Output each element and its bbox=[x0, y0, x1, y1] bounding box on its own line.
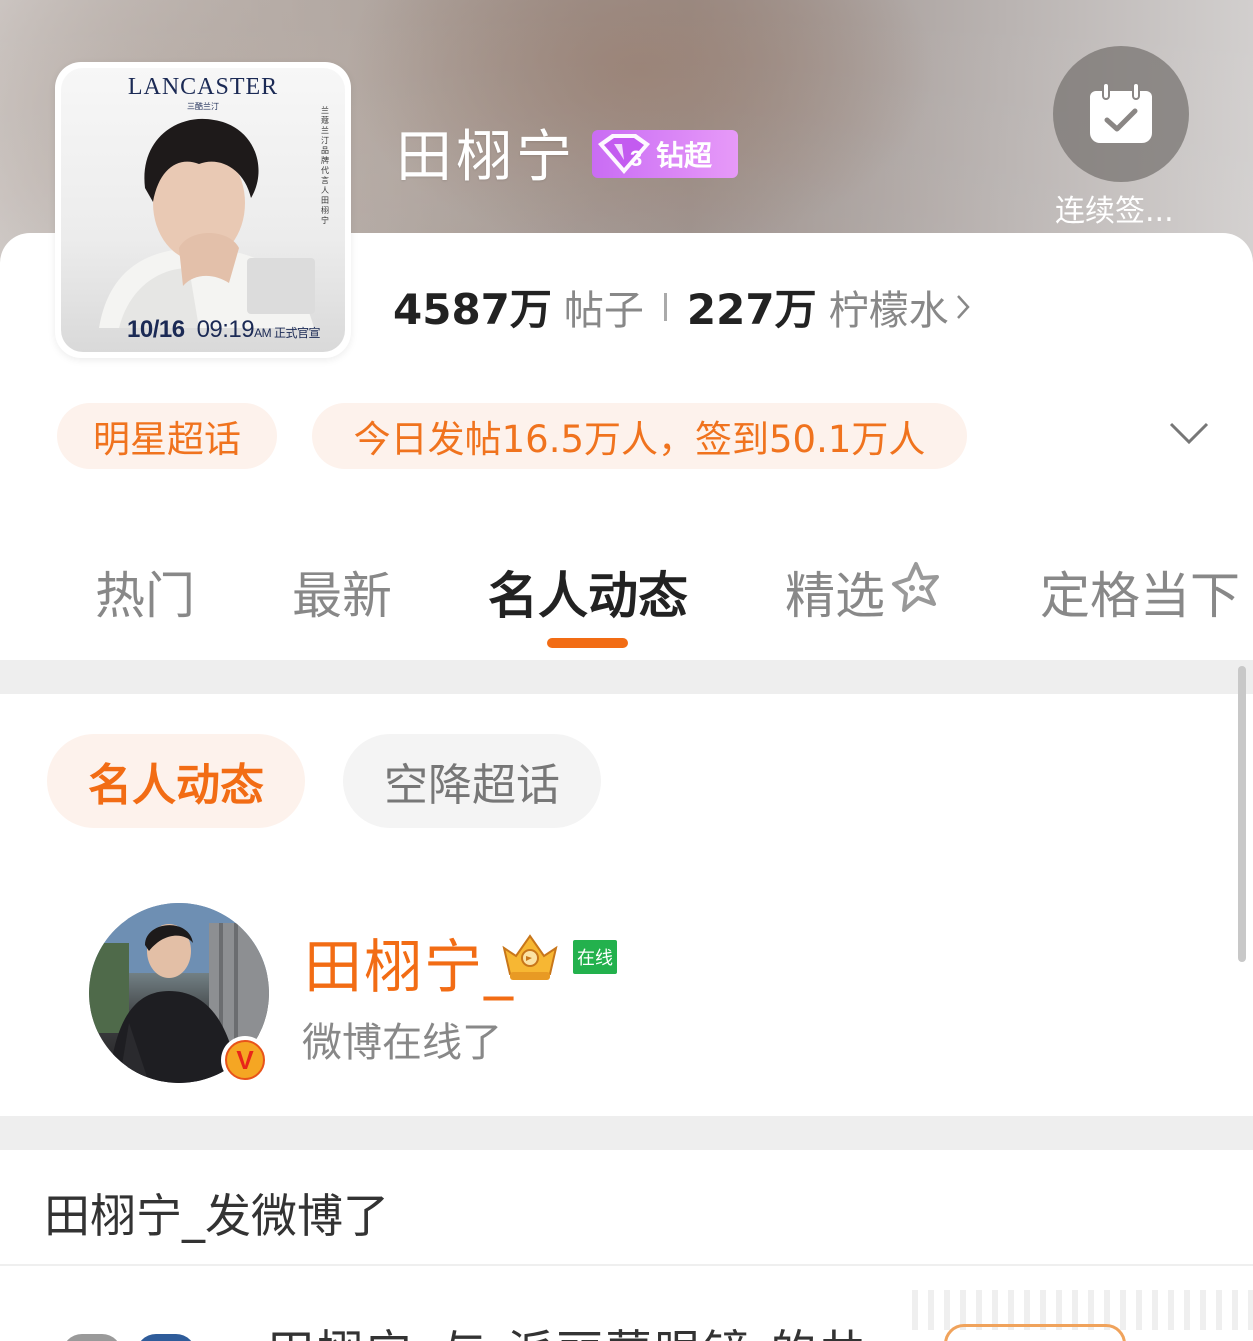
posts-label: 帖子 bbox=[563, 287, 644, 334]
activity-chip[interactable]: 今日发帖16.5万人，签到50.1万人 bbox=[312, 403, 967, 469]
cover-photo: LANCASTER 三酷兰汀 兰蔻兰汀品牌代言人田栩宁 10/16 09:19AM… bbox=[61, 68, 345, 352]
cover-time-suffix: AM 正式官宣 bbox=[254, 326, 320, 340]
cover-vertical-caption: 兰蔻兰汀品牌代言人田栩宁 bbox=[321, 106, 329, 225]
online-status-badge: 在线 bbox=[573, 940, 617, 974]
supertopic-cover-image[interactable]: LANCASTER 三酷兰汀 兰蔻兰汀品牌代言人田栩宁 10/16 09:19AM… bbox=[55, 62, 351, 358]
avatar[interactable] bbox=[62, 1334, 122, 1341]
badge-label: 钻超 bbox=[656, 139, 713, 172]
follow-button[interactable] bbox=[944, 1324, 1126, 1341]
cover-brand-text: LANCASTER bbox=[127, 74, 279, 100]
section-divider bbox=[0, 660, 1253, 694]
verified-badge: V bbox=[221, 1036, 269, 1084]
sparkle-icon bbox=[892, 562, 939, 612]
svg-text:3: 3 bbox=[630, 146, 642, 171]
chevron-right-icon bbox=[956, 294, 970, 319]
active-tab-indicator bbox=[547, 638, 628, 648]
avatar[interactable] bbox=[136, 1334, 196, 1341]
fans-label: 柠檬水 bbox=[828, 287, 949, 334]
subtab-airdrop-topic[interactable]: 空降超话 bbox=[343, 734, 601, 828]
row-divider bbox=[0, 1264, 1253, 1266]
tab-latest[interactable]: 最新 bbox=[292, 556, 392, 628]
user-status-text: 微博在线了 bbox=[302, 1020, 502, 1066]
category-chip[interactable]: 明星超话 bbox=[57, 403, 277, 469]
tab-featured[interactable]: 精选 bbox=[785, 556, 885, 628]
stats-row[interactable]: 4587万 帖子 227万 柠檬水 bbox=[393, 276, 971, 337]
user-name[interactable]: 田栩宁_ bbox=[304, 920, 515, 1004]
cover-date: 10/16 bbox=[127, 316, 185, 343]
post-preview-text[interactable]: 田栩宁_与 派丽蒙眼镜 的共 bbox=[268, 1316, 868, 1341]
stats-divider bbox=[663, 292, 667, 321]
scrollbar[interactable] bbox=[1238, 666, 1246, 962]
calendar-check-icon bbox=[1090, 82, 1152, 143]
checkin-label[interactable]: 连续签... bbox=[1055, 186, 1174, 230]
posts-count: 4587万 bbox=[393, 285, 552, 334]
fans-count: 227万 bbox=[686, 285, 817, 334]
tab-celebrity-updates[interactable]: 名人动态 bbox=[488, 556, 688, 628]
cover-date-stamp: 10/16 09:19AM 正式官宣 bbox=[127, 316, 320, 344]
post-heading: 田栩宁_发微博了 bbox=[44, 1189, 389, 1243]
chevron-down-icon[interactable] bbox=[1168, 418, 1210, 448]
supertopic-title: 田栩宁 bbox=[396, 125, 576, 190]
cover-time-value: 09:19 bbox=[196, 316, 255, 343]
section-divider bbox=[0, 1116, 1253, 1150]
diamond-icon: 3 bbox=[598, 134, 650, 174]
cover-person-illustration bbox=[99, 118, 315, 328]
diamond-super-badge[interactable]: 3 钻超 bbox=[592, 130, 738, 178]
checkin-button[interactable] bbox=[1053, 46, 1189, 182]
cover-time: 09:19AM 正式官宣 bbox=[196, 316, 321, 343]
subtab-celebrity-updates[interactable]: 名人动态 bbox=[47, 734, 305, 828]
tab-moments[interactable]: 定格当下 bbox=[1040, 556, 1240, 628]
tab-hot[interactable]: 热门 bbox=[95, 556, 195, 628]
verified-v-icon: V bbox=[225, 1040, 265, 1080]
crown-icon bbox=[502, 934, 558, 980]
